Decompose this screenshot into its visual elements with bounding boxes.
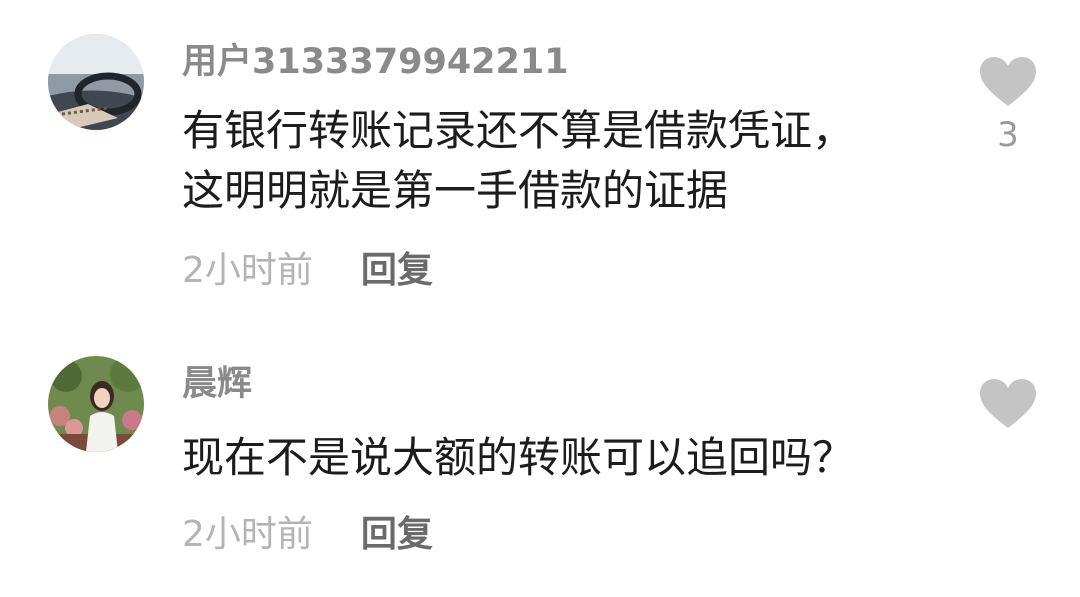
heart-icon xyxy=(980,379,1036,428)
like-button[interactable] xyxy=(978,378,1038,430)
like-count: 3 xyxy=(997,115,1019,155)
comment-meta: 2小时前 回复 xyxy=(182,253,433,289)
comment-time: 2小时前 xyxy=(182,514,313,555)
comment-text-line: 这明明就是第一手借款的证据 xyxy=(182,166,729,215)
heart-icon xyxy=(980,57,1036,106)
comment-time: 2小时前 xyxy=(182,250,313,291)
user-avatar[interactable] xyxy=(48,34,144,130)
comment-text: 有银行转账记录还不算是借款凭证， 这明明就是第一手借款的证据 xyxy=(182,101,942,221)
comment-text-line: 有银行转账记录还不算是借款凭证， xyxy=(182,106,855,155)
comment-text-line: 现在不是说大额的转账可以追回吗？ xyxy=(182,433,855,482)
avatar-car-photo-icon xyxy=(48,34,144,130)
reply-button[interactable]: 回复 xyxy=(361,250,433,291)
like-button[interactable] xyxy=(978,56,1038,108)
comment-meta: 2小时前 回复 xyxy=(182,517,433,553)
reply-button[interactable]: 回复 xyxy=(361,514,433,555)
avatar-woman-garden-photo-icon xyxy=(48,356,144,452)
username[interactable]: 晨辉 xyxy=(182,367,252,402)
username[interactable]: 用户3133379942211 xyxy=(182,45,569,80)
comment-text: 现在不是说大额的转账可以追回吗？ xyxy=(182,428,942,488)
user-avatar[interactable] xyxy=(48,356,144,452)
